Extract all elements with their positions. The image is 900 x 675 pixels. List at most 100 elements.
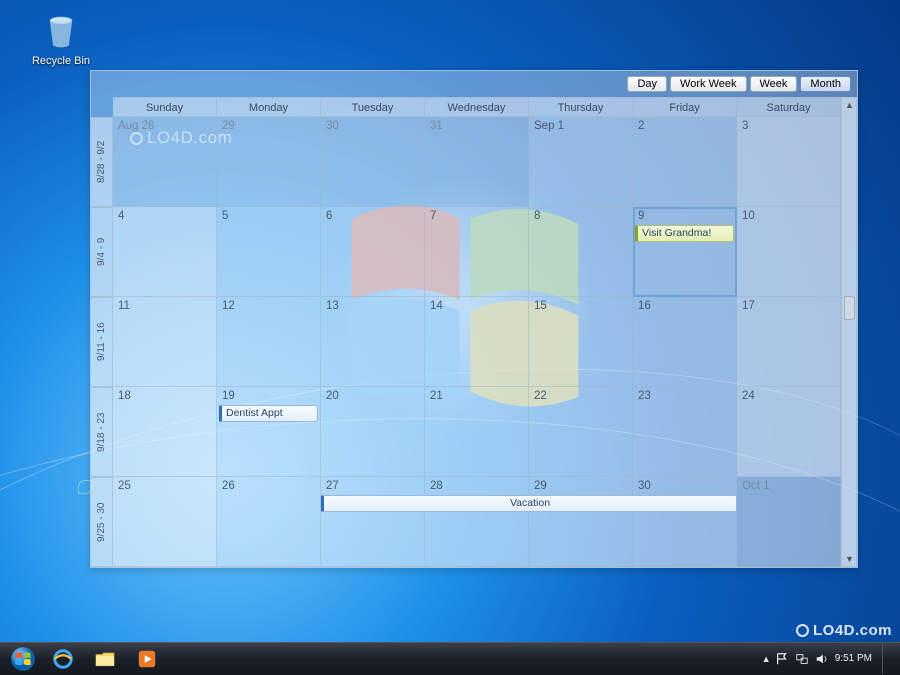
network-icon[interactable] xyxy=(795,652,809,666)
start-button[interactable] xyxy=(4,644,42,674)
calendar-window: Day Work Week Week Month 8/28 - 9/29/4 -… xyxy=(90,70,858,568)
show-hidden-icon[interactable]: ▴ xyxy=(763,653,768,665)
day-number: 28 xyxy=(430,480,443,492)
calendar-day[interactable]: 26 xyxy=(217,477,321,567)
clock-time: 9:51 PM xyxy=(835,653,872,665)
calendar-day[interactable]: 15 xyxy=(529,297,633,387)
calendar-day[interactable]: 14 xyxy=(425,297,529,387)
dow-header: Monday xyxy=(217,97,321,117)
system-tray: ▴ 9:51 PM xyxy=(763,644,896,674)
calendar-day[interactable]: 18 xyxy=(113,387,217,477)
week-tab[interactable]: 9/4 - 9 xyxy=(91,207,113,297)
calendar-day[interactable]: 5 xyxy=(217,207,321,297)
taskbar-clock[interactable]: 9:51 PM xyxy=(835,653,872,665)
ie-button[interactable] xyxy=(42,645,84,673)
calendar-day[interactable]: 31 xyxy=(425,117,529,207)
day-number: 8 xyxy=(534,210,540,222)
calendar-day[interactable]: 6 xyxy=(321,207,425,297)
calendar-day[interactable]: 11 xyxy=(113,297,217,387)
calendar-event[interactable]: Visit Grandma! xyxy=(635,225,734,242)
week-tab[interactable]: 8/28 - 9/2 xyxy=(91,117,113,207)
day-number: 29 xyxy=(222,120,235,132)
calendar-day[interactable]: 29 xyxy=(217,117,321,207)
calendar-day[interactable]: 16 xyxy=(633,297,737,387)
week-tab[interactable]: 9/25 - 30 xyxy=(91,477,113,567)
play-icon xyxy=(135,647,159,671)
ie-icon xyxy=(51,647,75,671)
day-number: 6 xyxy=(326,210,332,222)
day-number: 2 xyxy=(638,120,644,132)
week-tab[interactable]: 9/11 - 16 xyxy=(91,297,113,387)
calendar-event[interactable]: Dentist Appt xyxy=(219,405,318,422)
calendar-day[interactable]: 22 xyxy=(529,387,633,477)
day-number: 21 xyxy=(430,390,443,402)
day-number: 23 xyxy=(638,390,651,402)
calendar-day[interactable]: 19 Dentist Appt xyxy=(217,387,321,477)
scroll-down-icon[interactable]: ▼ xyxy=(845,554,854,564)
day-number: 30 xyxy=(638,480,651,492)
calendar-day[interactable]: 17 xyxy=(737,297,841,387)
calendar-day[interactable]: 2 xyxy=(633,117,737,207)
view-week-button[interactable]: Week xyxy=(750,76,798,92)
calendar-day[interactable]: 3 xyxy=(737,117,841,207)
day-number: 12 xyxy=(222,300,235,312)
dow-header: Friday xyxy=(633,97,737,117)
day-number: 19 xyxy=(222,390,235,402)
calendar-day[interactable]: 21 xyxy=(425,387,529,477)
calendar-day[interactable]: 9 Visit Grandma! xyxy=(633,207,737,297)
trash-icon xyxy=(41,12,81,52)
day-number: 13 xyxy=(326,300,339,312)
calendar-day[interactable]: 30 xyxy=(633,477,737,567)
day-number: Oct 1 xyxy=(742,480,769,492)
calendar-day[interactable]: 28 xyxy=(425,477,529,567)
calendar-day[interactable]: 8 xyxy=(529,207,633,297)
scroll-up-icon[interactable]: ▲ xyxy=(845,100,854,110)
calendar-day[interactable]: Sep 1 xyxy=(529,117,633,207)
day-number: 5 xyxy=(222,210,228,222)
calendar-day[interactable]: 12 xyxy=(217,297,321,387)
day-number: 7 xyxy=(430,210,436,222)
recycle-bin-icon[interactable]: Recycle Bin xyxy=(28,12,94,67)
calendar-day[interactable]: 29 xyxy=(529,477,633,567)
day-number: Sep 1 xyxy=(534,120,564,132)
volume-icon[interactable] xyxy=(815,652,829,666)
calendar-day[interactable]: 13 xyxy=(321,297,425,387)
calendar-day[interactable]: Aug 28 xyxy=(113,117,217,207)
show-desktop-button[interactable] xyxy=(882,644,892,674)
watermark: LO4D.com xyxy=(796,622,892,639)
calendar-day[interactable]: 27 xyxy=(321,477,425,567)
scroll-thumb[interactable] xyxy=(844,296,855,320)
calendar-span-event[interactable]: Vacation xyxy=(321,495,737,512)
day-number: 25 xyxy=(118,480,131,492)
day-number: 9 xyxy=(638,210,644,222)
dow-header: Wednesday xyxy=(425,97,529,117)
day-number: 10 xyxy=(742,210,755,222)
day-number: 18 xyxy=(118,390,131,402)
view-day-button[interactable]: Day xyxy=(627,76,667,92)
calendar-day[interactable]: 20 xyxy=(321,387,425,477)
calendar-day[interactable]: 30 xyxy=(321,117,425,207)
dow-header: Thursday xyxy=(529,97,633,117)
calendar-day[interactable]: 25 xyxy=(113,477,217,567)
flag-icon[interactable] xyxy=(775,652,789,666)
dow-header: Tuesday xyxy=(321,97,425,117)
day-number: 4 xyxy=(118,210,124,222)
media-player-button[interactable] xyxy=(126,645,168,673)
dow-header: Saturday xyxy=(737,97,841,117)
calendar-day[interactable]: 23 xyxy=(633,387,737,477)
view-month-button[interactable]: Month xyxy=(800,76,851,92)
calendar-day[interactable]: 24 xyxy=(737,387,841,477)
calendar-toolbar: Day Work Week Week Month xyxy=(91,71,857,97)
taskbar: ▴ 9:51 PM xyxy=(0,642,900,675)
view-workweek-button[interactable]: Work Week xyxy=(670,76,746,92)
week-tab[interactable]: 9/18 - 23 xyxy=(91,387,113,477)
day-number: 20 xyxy=(326,390,339,402)
calendar-scrollbar[interactable]: ▲ ▼ xyxy=(841,97,857,567)
day-number: 11 xyxy=(118,300,130,312)
calendar-day[interactable]: Oct 1 xyxy=(737,477,841,567)
calendar-day[interactable]: 7 xyxy=(425,207,529,297)
explorer-button[interactable] xyxy=(84,645,126,673)
icon-label: Recycle Bin xyxy=(32,55,90,67)
calendar-day[interactable]: 4 xyxy=(113,207,217,297)
calendar-day[interactable]: 10 xyxy=(737,207,841,297)
